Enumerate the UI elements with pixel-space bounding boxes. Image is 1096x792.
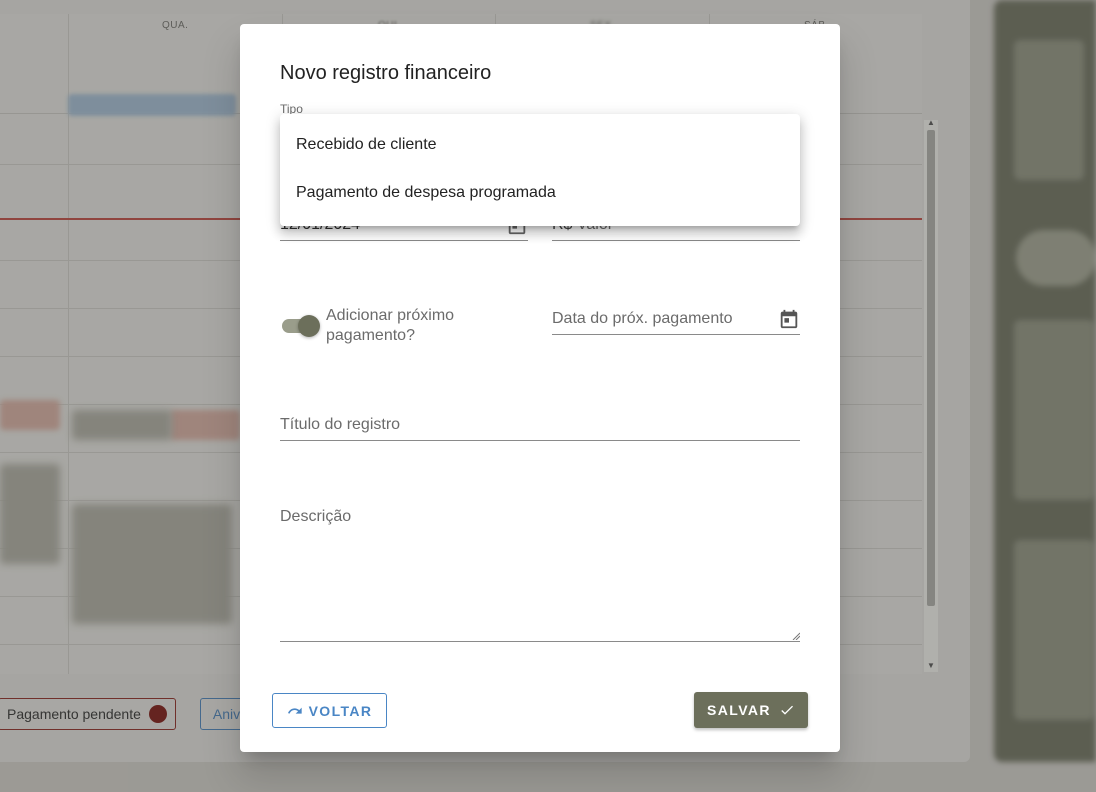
next-payment-date-field[interactable]: Data do próx. pagamento xyxy=(552,300,800,335)
record-title-placeholder: Título do registro xyxy=(280,416,401,433)
check-icon xyxy=(781,705,793,715)
back-button[interactable]: VOLTAR xyxy=(272,693,387,728)
save-button[interactable]: SALVAR xyxy=(694,692,808,728)
back-button-label: VOLTAR xyxy=(308,702,373,719)
calendar-icon[interactable] xyxy=(778,308,800,330)
description-placeholder: Descrição xyxy=(280,508,352,525)
next-payment-toggle-label: Adicionar próximo pagamento? xyxy=(326,307,455,344)
type-dropdown-menu: Recebido de cliente Pagamento de despesa… xyxy=(280,114,800,226)
toggle-thumb xyxy=(298,315,320,337)
menu-item-scheduled-expense-payment[interactable]: Pagamento de despesa programada xyxy=(280,169,800,217)
description-textarea[interactable]: Descrição xyxy=(280,506,800,642)
next-payment-date-placeholder: Data do próx. pagamento xyxy=(552,310,733,327)
record-title-field[interactable]: Título do registro xyxy=(280,406,800,441)
next-payment-toggle[interactable] xyxy=(282,315,320,337)
dialog-title: Novo registro financeiro xyxy=(280,62,492,84)
save-button-label: SALVAR xyxy=(707,702,771,718)
undo-icon xyxy=(287,707,302,714)
menu-item-received-from-client[interactable]: Recebido de cliente xyxy=(280,121,800,169)
resize-grip-icon[interactable] xyxy=(792,632,800,640)
